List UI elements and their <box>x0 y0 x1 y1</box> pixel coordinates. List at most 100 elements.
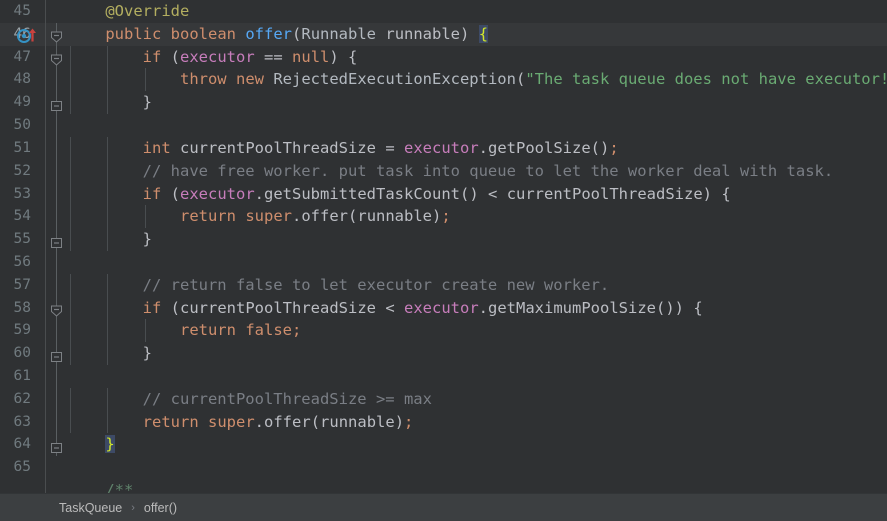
code-line[interactable]: 46 public boolean offer(Runnable runnabl… <box>0 22 887 46</box>
editor-gutter[interactable]: 53 <box>0 182 68 206</box>
line-number: 61 <box>13 368 31 384</box>
fold-rail <box>56 410 57 434</box>
code-line[interactable]: 54 return super.offer(runnable); <box>0 205 887 229</box>
code-line[interactable]: 58 if (currentPoolThreadSize < executor.… <box>0 296 887 320</box>
gutter-divider <box>45 22 46 46</box>
breadcrumb-item-2[interactable]: offer() <box>142 501 179 515</box>
code-token: < <box>488 184 498 203</box>
gutter-divider <box>45 319 46 343</box>
code-token: super <box>208 412 255 431</box>
code-token: offer <box>245 24 293 43</box>
fold-rail <box>56 319 57 343</box>
editor-gutter[interactable]: 51 <box>0 136 68 160</box>
fold-toggle-icon[interactable] <box>50 438 63 453</box>
code-line[interactable]: 56 <box>0 250 887 274</box>
code-line[interactable]: 53 if (executor.getSubmittedTaskCount() … <box>0 182 887 206</box>
code-token: if <box>142 298 162 317</box>
fold-toggle-icon[interactable] <box>50 233 63 248</box>
code-line[interactable]: 51 int currentPoolThreadSize = executor.… <box>0 136 887 160</box>
code-line[interactable]: 59 return false; <box>0 319 887 343</box>
code-line[interactable]: 48 throw new RejectedExecutionException(… <box>0 68 887 92</box>
code-scroll-area[interactable]: 45 @Override 46 public boolean offer(Runn… <box>0 0 887 494</box>
up-arrow-icon[interactable] <box>28 27 37 42</box>
code-text: } <box>68 228 152 251</box>
code-line[interactable]: 60 } <box>0 342 887 365</box>
code-token: new <box>236 70 264 89</box>
code-line[interactable]: 52 // have free worker. put task into qu… <box>0 159 887 183</box>
fold-rail <box>56 159 57 183</box>
line-number: 63 <box>13 413 31 430</box>
gutter-divider <box>45 342 46 365</box>
editor-gutter[interactable]: 59 <box>0 319 68 343</box>
code-token: null <box>292 47 330 66</box>
code-token: boolean <box>170 24 236 43</box>
editor-gutter[interactable]: 45 <box>0 0 68 23</box>
code-line[interactable]: 45 @Override <box>0 0 887 23</box>
code-token: ( <box>292 24 302 43</box>
code-line[interactable]: 65 <box>0 456 887 480</box>
fold-toggle-icon[interactable] <box>50 51 63 66</box>
code-token: return <box>179 321 236 340</box>
editor-gutter[interactable]: 63 <box>0 410 68 434</box>
code-token: ()) <box>656 298 684 317</box>
code-token: currentPoolThreadSize <box>180 138 376 157</box>
code-line[interactable]: 55 } <box>0 228 887 251</box>
fold-toggle-icon[interactable] <box>50 96 63 111</box>
code-token: RejectedExecutionException <box>273 70 516 89</box>
editor-gutter[interactable] <box>0 479 68 494</box>
code-line[interactable]: 61 <box>0 365 887 388</box>
fold-rail <box>56 273 57 297</box>
editor-gutter[interactable]: 65 <box>0 456 68 480</box>
editor-gutter[interactable]: 55 <box>0 228 68 251</box>
code-token: ; <box>292 321 302 340</box>
gutter-divider <box>45 456 46 480</box>
code-token: throw <box>179 70 227 89</box>
editor-gutter[interactable]: 50 <box>0 114 68 137</box>
code-line[interactable]: 64 } <box>0 433 887 457</box>
code-token: offer <box>264 412 311 431</box>
code-line[interactable]: 47 if (executor == null) { <box>0 45 887 69</box>
editor-gutter[interactable]: 52 <box>0 159 68 183</box>
editor-gutter[interactable]: 56 <box>0 250 68 274</box>
code-token: } <box>142 230 152 249</box>
editor-gutter[interactable]: 49 <box>0 91 68 115</box>
editor-gutter[interactable]: 46 <box>0 22 68 46</box>
line-number: 51 <box>13 139 31 156</box>
code-line[interactable]: 57 // return false to let executor creat… <box>0 273 887 297</box>
editor-gutter[interactable]: 57 <box>0 273 68 297</box>
editor-gutter[interactable]: 47 <box>0 45 68 69</box>
fold-toggle-icon[interactable] <box>50 301 63 317</box>
code-token: == <box>264 47 283 66</box>
editor-gutter[interactable]: 48 <box>0 68 68 92</box>
fold-rail <box>56 365 57 388</box>
fold-toggle-icon[interactable] <box>50 28 63 43</box>
gutter-divider <box>45 228 46 251</box>
code-text: } <box>68 342 152 365</box>
code-line[interactable]: 50 <box>0 114 887 137</box>
code-text: if (executor.getSubmittedTaskCount() < c… <box>68 183 731 206</box>
editor-gutter[interactable]: 60 <box>0 342 68 365</box>
code-line[interactable]: 49 } <box>0 91 887 115</box>
editor-gutter[interactable]: 61 <box>0 365 68 388</box>
editor-gutter[interactable]: 54 <box>0 205 68 229</box>
editor-gutter[interactable]: 62 <box>0 387 68 411</box>
breadcrumb-item-1[interactable]: TaskQueue <box>57 501 124 515</box>
editor-gutter[interactable]: 64 <box>0 433 68 457</box>
code-line[interactable]: /** <box>0 479 887 494</box>
code-token: . <box>254 184 265 203</box>
code-line[interactable]: 62 // currentPoolThreadSize >= max <box>0 387 887 411</box>
fold-toggle-icon[interactable] <box>50 347 63 362</box>
code-line[interactable]: 63 return super.offer(runnable); <box>0 410 887 434</box>
editor-gutter[interactable]: 58 <box>0 296 68 320</box>
line-number: 60 <box>13 345 31 362</box>
